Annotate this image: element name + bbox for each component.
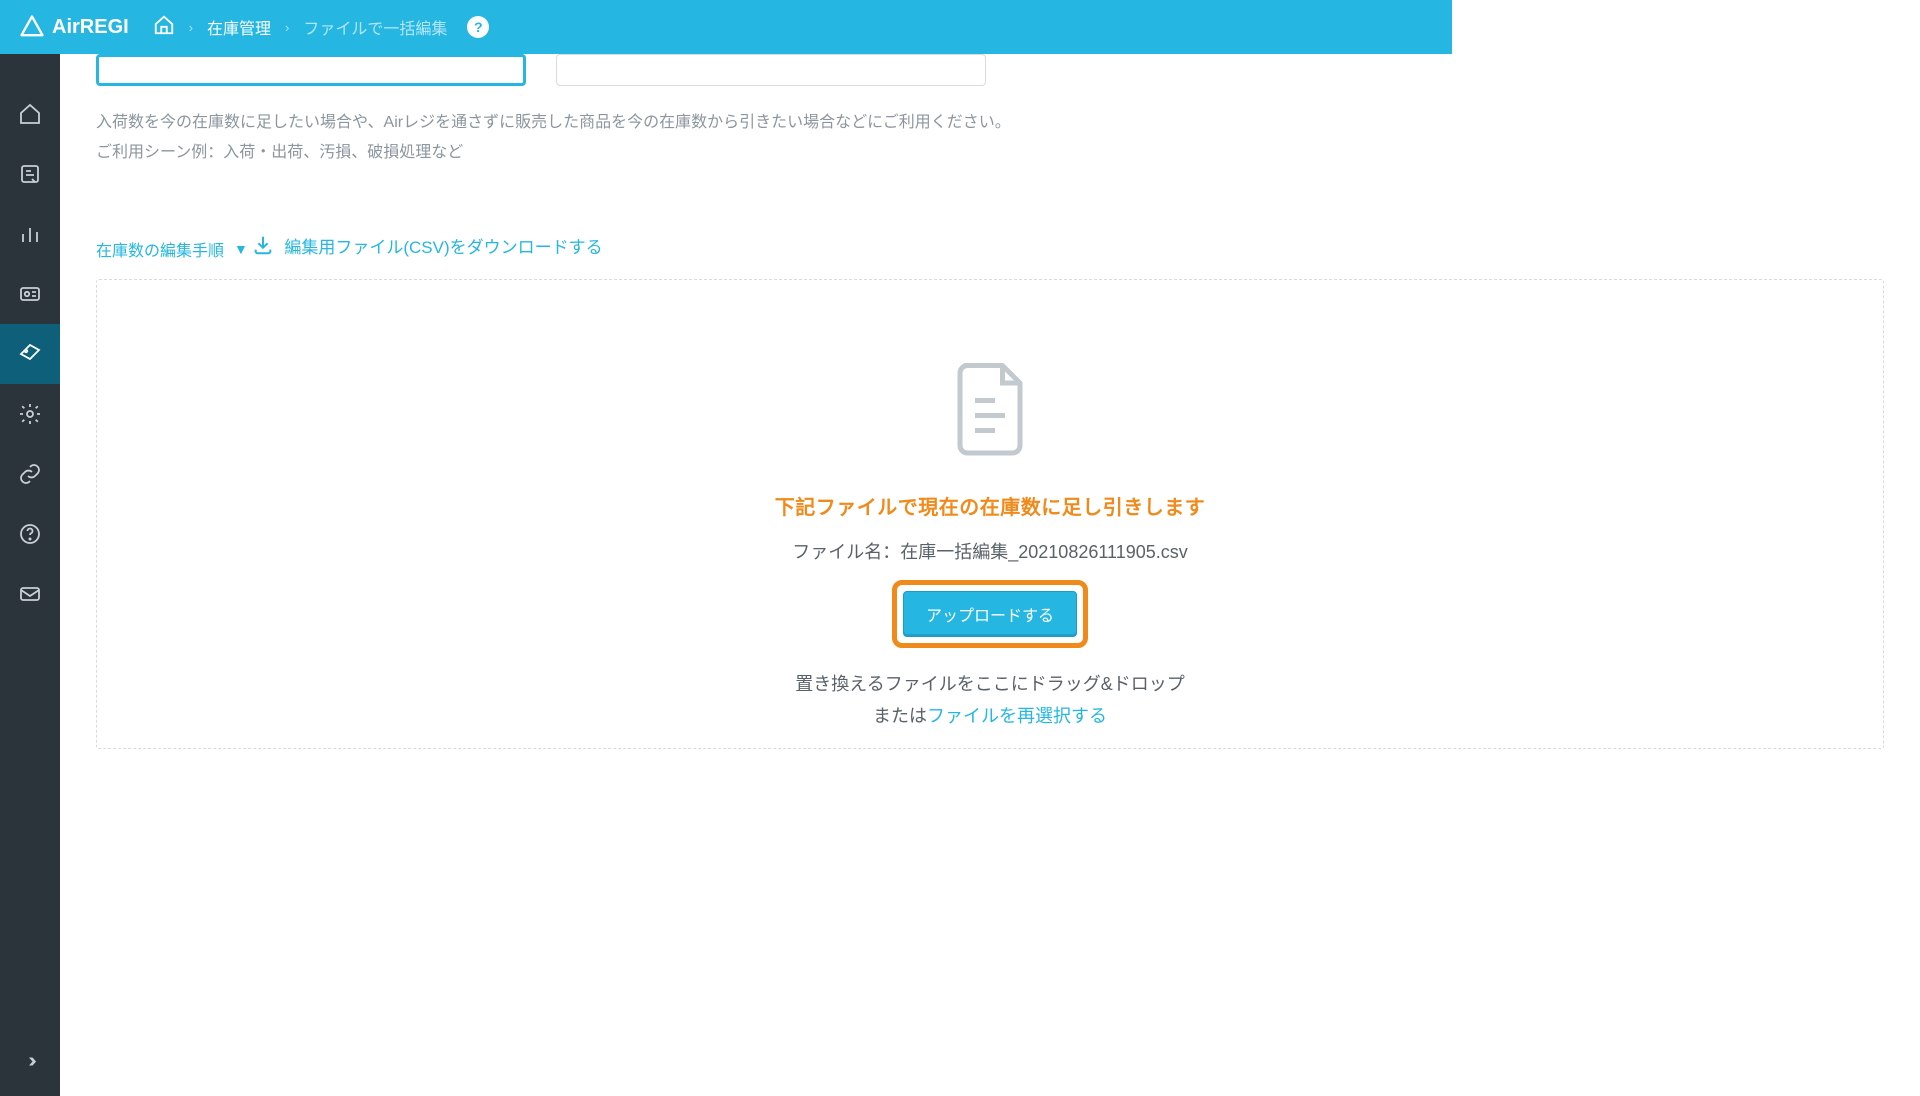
main-content: 入荷数を今の在庫数に足したい場合や、Airレジを通さずに販売した商品を今の在庫数…	[60, 54, 1920, 1096]
chevron-right-icon: ›	[285, 20, 289, 35]
header: AirREGI › 在庫管理 › ファイルで一括編集 ?	[0, 0, 1452, 54]
brand-triangle-icon	[18, 13, 46, 41]
edit-steps-link[interactable]: 在庫数の編集手順 ▼	[96, 237, 248, 261]
tab-card-row	[96, 54, 1884, 86]
filename-label: ファイル名：	[792, 542, 900, 562]
chevron-right-icon: ›	[189, 20, 193, 35]
sidebar-orders-icon[interactable]	[0, 144, 60, 204]
sidebar-products-icon[interactable]	[0, 324, 60, 384]
upload-button[interactable]: アップロードする	[903, 591, 1077, 637]
sidebar-link-icon[interactable]	[0, 444, 60, 504]
upload-dropzone[interactable]: 下記ファイルで現在の在庫数に足し引きします ファイル名：在庫一括編集_20210…	[96, 279, 1884, 749]
download-csv-link[interactable]: 編集用ファイル(CSV)をダウンロードする	[252, 233, 602, 258]
edit-steps-label: 在庫数の編集手順	[96, 237, 224, 261]
tab-card[interactable]	[556, 54, 986, 86]
sidebar-expand-icon[interactable]: ››	[0, 1036, 60, 1086]
description-line: ご利用シーン例：入荷・出荷、汚損、破損処理など	[96, 138, 1884, 168]
breadcrumb-item-inventory[interactable]: 在庫管理	[207, 15, 271, 39]
description-line: 入荷数を今の在庫数に足したい場合や、Airレジを通さずに販売した商品を今の在庫数…	[96, 108, 1884, 138]
file-icon	[949, 358, 1031, 463]
sidebar-analytics-icon[interactable]	[0, 204, 60, 264]
sidebar-help-icon[interactable]	[0, 504, 60, 564]
home-icon[interactable]	[153, 14, 175, 41]
help-icon[interactable]: ?	[467, 16, 489, 38]
sidebar-mail-icon[interactable]	[0, 564, 60, 624]
breadcrumb-item-bulk-edit: ファイルで一括編集	[303, 15, 447, 39]
description-text: 入荷数を今の在庫数に足したい場合や、Airレジを通さずに販売した商品を今の在庫数…	[96, 108, 1884, 169]
breadcrumb: › 在庫管理 › ファイルで一括編集 ?	[153, 14, 490, 41]
download-icon	[252, 234, 274, 256]
or-label: または	[873, 706, 927, 726]
sidebar-settings-icon[interactable]	[0, 384, 60, 444]
dropzone-filename: ファイル名：在庫一括編集_20210826111905.csv	[792, 538, 1188, 564]
reselect-file-link[interactable]: ファイルを再選択する	[927, 706, 1107, 726]
sidebar-home-icon[interactable]	[0, 84, 60, 144]
brand-name: AirREGI	[52, 16, 129, 39]
download-csv-label: 編集用ファイル(CSV)をダウンロードする	[284, 233, 602, 258]
tab-card-selected[interactable]	[96, 54, 526, 86]
sidebar-customers-icon[interactable]	[0, 264, 60, 324]
chevron-down-icon: ▼	[234, 241, 248, 257]
brand-logo[interactable]: AirREGI	[18, 13, 129, 41]
dropzone-title: 下記ファイルで現在の在庫数に足し引きします	[775, 491, 1206, 520]
filename-value: 在庫一括編集_20210826111905.csv	[900, 542, 1188, 562]
dropzone-drag-text: 置き換えるファイルをここにドラッグ&ドロップ	[795, 670, 1184, 696]
dropzone-or-text: またはファイルを再選択する	[873, 702, 1107, 728]
upload-button-highlight: アップロードする	[892, 580, 1088, 648]
sidebar: ››	[0, 54, 60, 1096]
